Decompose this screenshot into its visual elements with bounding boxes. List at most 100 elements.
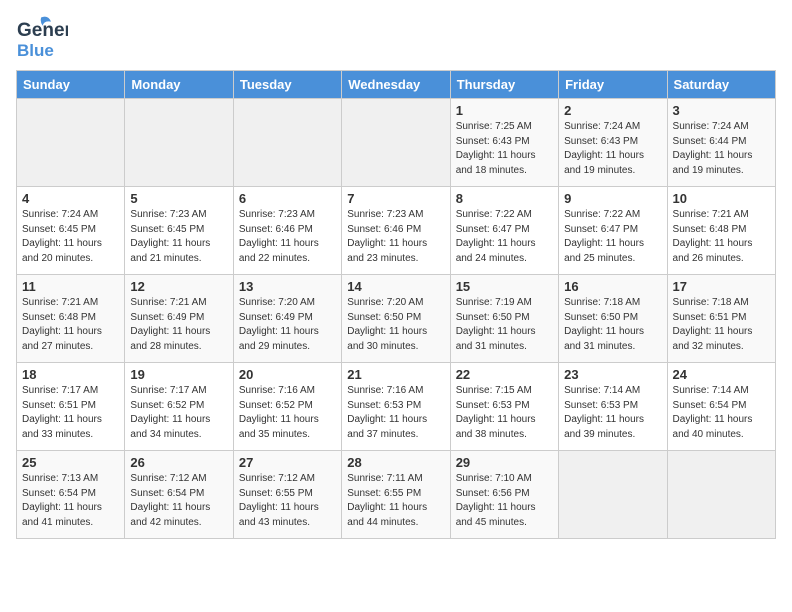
day-info: Sunrise: 7:16 AM Sunset: 6:52 PM Dayligh… [239,384,336,442]
calendar-cell: 5Sunrise: 7:23 AM Sunset: 6:45 PM Daylig… [125,187,233,275]
calendar-cell: 18 Sunrise: 7:17 AM Sunset: 6:51 PM Dayli… [17,363,125,451]
day-info: Sunrise: 7:18 AM Sunset: 6:50 PM Dayligh… [564,296,661,354]
day-number: 3 [673,103,770,118]
day-info: Sunrise: 7:13 AM Sunset: 6:54 PM Dayligh… [22,472,119,530]
day-info: Sunrise: 7:17 AM Sunset: 6:51 PM Dayligh… [22,384,119,442]
header: General Blue [16,16,776,62]
day-info: Sunrise: 7:15 AM Sunset: 6:53 PM Dayligh… [456,384,553,442]
calendar-cell: 20 Sunrise: 7:16 AM Sunset: 6:52 PM Dayli… [233,363,341,451]
calendar-cell: 28 Sunrise: 7:11 AM Sunset: 6:55 PM Dayli… [342,451,450,539]
day-number: 18 [22,367,119,382]
day-info: Sunrise: 7:24 AM Sunset: 6:43 PM Dayligh… [564,120,661,178]
day-info: Sunrise: 7:21 AM Sunset: 6:48 PM Dayligh… [673,208,770,266]
day-number: 6 [239,191,336,206]
day-number: 20 [239,367,336,382]
weekday-header-thursday: Thursday [450,71,558,99]
week-row-5: 25 Sunrise: 7:13 AM Sunset: 6:54 PM Dayli… [17,451,776,539]
day-number: 25 [22,455,119,470]
day-info: Sunrise: 7:21 AM Sunset: 6:48 PM Dayligh… [22,296,119,354]
day-info: Sunrise: 7:20 AM Sunset: 6:50 PM Dayligh… [347,296,444,354]
day-number: 4 [22,191,119,206]
calendar-cell: 19Sunrise: 7:17 AM Sunset: 6:52 PM Dayli… [125,363,233,451]
day-number: 17 [673,279,770,294]
calendar-cell: 7 Sunrise: 7:23 AM Sunset: 6:46 PM Daylig… [342,187,450,275]
calendar-cell: 12 Sunrise: 7:21 AM Sunset: 6:49 PM Dayli… [125,275,233,363]
calendar-cell: 4 Sunrise: 7:24 AM Sunset: 6:45 PM Daylig… [17,187,125,275]
day-info: Sunrise: 7:24 AM Sunset: 6:45 PM Dayligh… [22,208,119,266]
day-info: Sunrise: 7:17 AM Sunset: 6:52 PM Dayligh… [130,384,227,442]
day-info: Sunrise: 7:11 AM Sunset: 6:55 PM Dayligh… [347,472,444,530]
day-number: 24 [673,367,770,382]
day-info: Sunrise: 7:25 AM Sunset: 6:43 PM Dayligh… [456,120,553,178]
calendar-cell: 3Sunrise: 7:24 AM Sunset: 6:44 PM Daylig… [667,99,775,187]
day-info: Sunrise: 7:14 AM Sunset: 6:54 PM Dayligh… [673,384,770,442]
calendar-cell: 14Sunrise: 7:20 AM Sunset: 6:50 PM Dayli… [342,275,450,363]
calendar-cell [559,451,667,539]
calendar-cell: 24 Sunrise: 7:14 AM Sunset: 6:54 PM Dayli… [667,363,775,451]
calendar-cell: 15 Sunrise: 7:19 AM Sunset: 6:50 PM Dayli… [450,275,558,363]
day-number: 28 [347,455,444,470]
day-info: Sunrise: 7:23 AM Sunset: 6:46 PM Dayligh… [239,208,336,266]
week-row-2: 4 Sunrise: 7:24 AM Sunset: 6:45 PM Daylig… [17,187,776,275]
weekday-header-friday: Friday [559,71,667,99]
day-number: 16 [564,279,661,294]
calendar-cell: 10 Sunrise: 7:21 AM Sunset: 6:48 PM Dayli… [667,187,775,275]
day-number: 7 [347,191,444,206]
weekday-header-sunday: Sunday [17,71,125,99]
week-row-1: 1Sunrise: 7:25 AM Sunset: 6:43 PM Daylig… [17,99,776,187]
calendar-cell: 21 Sunrise: 7:16 AM Sunset: 6:53 PM Dayli… [342,363,450,451]
day-info: Sunrise: 7:16 AM Sunset: 6:53 PM Dayligh… [347,384,444,442]
calendar-cell [342,99,450,187]
day-number: 22 [456,367,553,382]
calendar-cell: 2 Sunrise: 7:24 AM Sunset: 6:43 PM Daylig… [559,99,667,187]
day-number: 26 [130,455,227,470]
day-info: Sunrise: 7:19 AM Sunset: 6:50 PM Dayligh… [456,296,553,354]
day-info: Sunrise: 7:10 AM Sunset: 6:56 PM Dayligh… [456,472,553,530]
calendar-cell: 16 Sunrise: 7:18 AM Sunset: 6:50 PM Dayli… [559,275,667,363]
calendar-cell: 23 Sunrise: 7:14 AM Sunset: 6:53 PM Dayli… [559,363,667,451]
calendar-cell: 8 Sunrise: 7:22 AM Sunset: 6:47 PM Daylig… [450,187,558,275]
day-number: 12 [130,279,227,294]
calendar-cell: 26Sunrise: 7:12 AM Sunset: 6:54 PM Dayli… [125,451,233,539]
logo-container: General Blue [16,16,68,62]
calendar-cell: 11Sunrise: 7:21 AM Sunset: 6:48 PM Dayli… [17,275,125,363]
day-number: 5 [130,191,227,206]
week-row-3: 11Sunrise: 7:21 AM Sunset: 6:48 PM Dayli… [17,275,776,363]
day-number: 27 [239,455,336,470]
calendar-cell: 22 Sunrise: 7:15 AM Sunset: 6:53 PM Dayli… [450,363,558,451]
calendar-cell: 13Sunrise: 7:20 AM Sunset: 6:49 PM Dayli… [233,275,341,363]
day-info: Sunrise: 7:12 AM Sunset: 6:55 PM Dayligh… [239,472,336,530]
calendar-cell: 1Sunrise: 7:25 AM Sunset: 6:43 PM Daylig… [450,99,558,187]
day-info: Sunrise: 7:23 AM Sunset: 6:46 PM Dayligh… [347,208,444,266]
day-number: 8 [456,191,553,206]
calendar-cell [233,99,341,187]
calendar-cell [17,99,125,187]
day-number: 15 [456,279,553,294]
day-number: 21 [347,367,444,382]
day-info: Sunrise: 7:20 AM Sunset: 6:49 PM Dayligh… [239,296,336,354]
calendar-cell: 29 Sunrise: 7:10 AM Sunset: 6:56 PM Dayli… [450,451,558,539]
calendar: SundayMondayTuesdayWednesdayThursdayFrid… [16,70,776,539]
calendar-cell: 9 Sunrise: 7:22 AM Sunset: 6:47 PM Daylig… [559,187,667,275]
day-number: 2 [564,103,661,118]
calendar-cell: 27 Sunrise: 7:12 AM Sunset: 6:55 PM Dayli… [233,451,341,539]
day-info: Sunrise: 7:22 AM Sunset: 6:47 PM Dayligh… [456,208,553,266]
week-row-4: 18 Sunrise: 7:17 AM Sunset: 6:51 PM Dayli… [17,363,776,451]
weekday-header-row: SundayMondayTuesdayWednesdayThursdayFrid… [17,71,776,99]
day-number: 9 [564,191,661,206]
day-number: 23 [564,367,661,382]
weekday-header-wednesday: Wednesday [342,71,450,99]
day-number: 10 [673,191,770,206]
weekday-header-tuesday: Tuesday [233,71,341,99]
day-info: Sunrise: 7:18 AM Sunset: 6:51 PM Dayligh… [673,296,770,354]
logo-svg: General Blue [16,16,68,62]
calendar-cell: 17 Sunrise: 7:18 AM Sunset: 6:51 PM Dayli… [667,275,775,363]
day-info: Sunrise: 7:21 AM Sunset: 6:49 PM Dayligh… [130,296,227,354]
day-info: Sunrise: 7:22 AM Sunset: 6:47 PM Dayligh… [564,208,661,266]
weekday-header-saturday: Saturday [667,71,775,99]
day-info: Sunrise: 7:14 AM Sunset: 6:53 PM Dayligh… [564,384,661,442]
calendar-cell: 6 Sunrise: 7:23 AM Sunset: 6:46 PM Daylig… [233,187,341,275]
day-number: 29 [456,455,553,470]
calendar-cell [667,451,775,539]
logo: General Blue [16,16,68,62]
